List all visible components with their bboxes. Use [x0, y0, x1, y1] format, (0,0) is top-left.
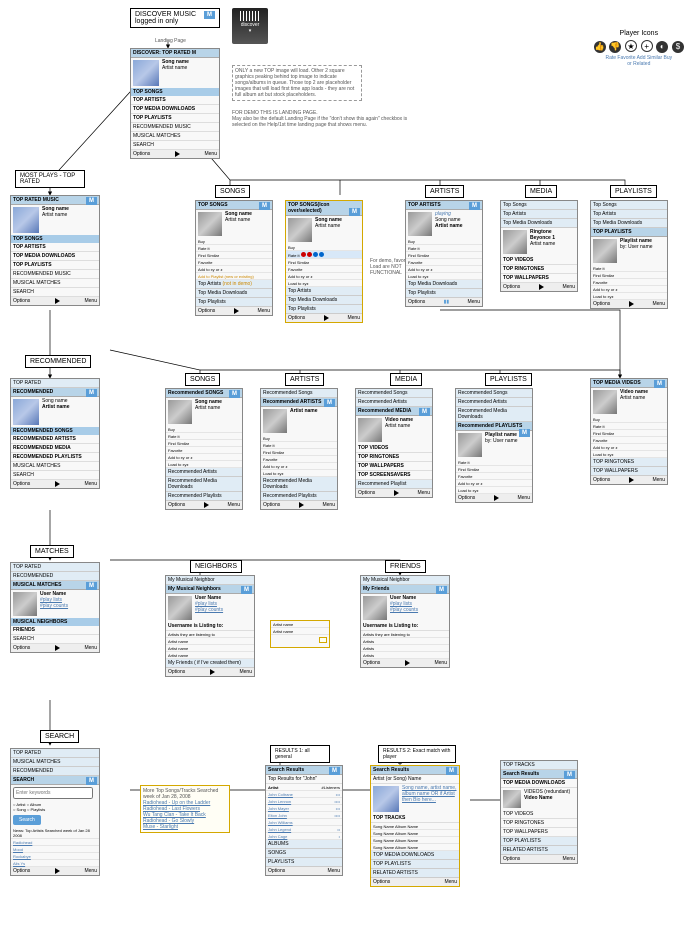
- top-songs-panel: TOP SONGSM Song nameArtist name Buy Rate…: [195, 200, 273, 316]
- rec-artists-panel: Recommended Songs Recommended ARTISTSM A…: [260, 388, 338, 510]
- matches-panel: TOP RATED RECOMMENDED MUSICAL MATCHESM U…: [10, 562, 100, 653]
- search-panel: TOP RATED MUSICAL MATCHES RECOMMENDED SE…: [10, 748, 100, 876]
- plus-icon[interactable]: +: [641, 40, 653, 52]
- recommended-panel: TOP RATED RECOMMENDEDM Song nameArtist n…: [10, 378, 100, 489]
- top-note: ONLY a new TOP image will load. Other 2 …: [232, 65, 362, 101]
- options-link[interactable]: Options: [133, 151, 150, 157]
- menu-link[interactable]: Menu: [204, 151, 217, 157]
- playlists-label: PLAYLISTS: [610, 185, 657, 198]
- more-searches-box: More Top Songs/Tracks Searched week of J…: [140, 785, 230, 833]
- discover-top-panel: DISCOVER: TOP RATED M Song nameArtist na…: [130, 48, 220, 159]
- media-hub-panel: Top Songs Top Artists Top Media Download…: [500, 200, 578, 292]
- thumbs-down-icon[interactable]: 👎: [609, 41, 621, 53]
- player-icons-title: Player Icons: [593, 30, 685, 37]
- rec-songs-panel: Recommended SONGSM Song nameArtist name …: [165, 388, 243, 510]
- media-label: MEDIA: [525, 185, 557, 198]
- buy-icon[interactable]: $: [672, 41, 684, 53]
- player-icons: Player Icons 👍 👎 ★ + ◐ $ Rate Favorite A…: [593, 30, 685, 67]
- m-badge: M: [204, 11, 215, 19]
- most-plays-label: MOST PLAYS - TOP RATED: [15, 170, 85, 188]
- top-media-videos-panel: TOP MEDIA VIDEOSM Video nameArtist name …: [590, 378, 668, 485]
- top-artists-panel: Top Songs TOP ARTISTSM playingSong nameA…: [405, 200, 483, 307]
- neighbor-popup: Artist name Artist name: [270, 620, 330, 648]
- friends-panel: My Musical Neighbor My FriendsM User Nam…: [360, 575, 450, 668]
- results2-panel: Search ResultsM Artist (or Song) Name So…: [370, 765, 460, 887]
- neighbors-panel: My Musical Neighbor My Musical Neighbors…: [165, 575, 255, 677]
- landing-page-label: Landing Page: [155, 38, 186, 44]
- search-label: SEARCH: [40, 730, 79, 743]
- logged-in-label: logged in only: [135, 18, 178, 25]
- discover-music-box: DISCOVER MUSIC M logged in only: [130, 8, 220, 28]
- star-icon[interactable]: ★: [625, 40, 637, 52]
- top-rated-panel: TOP RATED MUSICM Song nameArtist name TO…: [10, 195, 100, 306]
- results1-panel: Search ResultsM Top Results for "John" A…: [265, 765, 343, 876]
- matches-label: MATCHES: [30, 545, 74, 558]
- similar-icon[interactable]: ◐: [656, 41, 668, 53]
- discover-title: DISCOVER MUSIC: [135, 11, 196, 18]
- playlists-hub-panel: Top Songs Top Artists Top Media Download…: [590, 200, 668, 309]
- search-button[interactable]: Search: [13, 815, 41, 825]
- player-icons-labels: Rate Favorite Add Similar Buy or Related: [593, 55, 685, 67]
- artists-label: ARTISTS: [425, 185, 464, 198]
- results-side-panel: TOP TRACKS Search ResultsM TOP MEDIA DOW…: [500, 760, 578, 864]
- play-icon[interactable]: [175, 151, 180, 157]
- rec-playlists-panel: Recommended Songs Recommended Artists Re…: [455, 388, 533, 503]
- thumbs-up-icon[interactable]: 👍: [594, 41, 606, 53]
- search-input[interactable]: [13, 787, 93, 799]
- rec-media-panel: Recommended Songs Recommended Artists Re…: [355, 388, 433, 498]
- recommended-label: RECOMMENDED: [25, 355, 91, 368]
- songs-label: SONGS: [215, 185, 250, 198]
- top-songs-selected-panel: TOP SONGS(Icon over/selected)M Song name…: [285, 200, 363, 323]
- discover-icon[interactable]: discover▾: [232, 8, 268, 44]
- demo-note: FOR DEMO THIS IS LANDING PAGE. May also …: [232, 110, 412, 128]
